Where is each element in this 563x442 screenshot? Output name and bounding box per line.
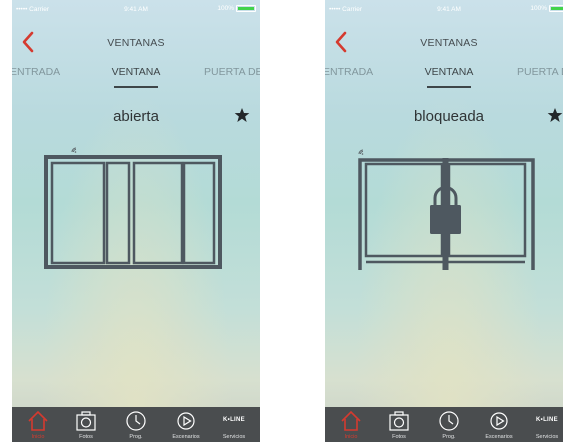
bottom-tab-bar: Inicio Fotos Prog. Escenarios K•LINE Ser… (325, 407, 563, 442)
phone-screen-open: ••••• Carrier 9:41 AM 100% VENTANAS ENTR… (12, 0, 260, 442)
tab-active-indicator (114, 86, 158, 88)
tabbar-home[interactable]: Inicio (14, 407, 62, 442)
tabbar-prog[interactable]: Prog. (425, 407, 473, 442)
window-state-label: bloqueada (413, 108, 485, 125)
kline-logo: K•LINE (223, 417, 245, 423)
camera-icon (389, 411, 409, 431)
room-tabs: ENTRADA VENTANA PUERTA DE (325, 66, 563, 90)
state-row: abierta (12, 104, 260, 130)
window-open-illustration[interactable] (12, 140, 260, 275)
tabbar-scenes-label: Escenarios (172, 434, 200, 440)
tabbar-prog-label: Prog. (129, 434, 143, 440)
tabbar-services-label: Servicios (535, 434, 559, 440)
tabbar-prog-label: Prog. (442, 434, 456, 440)
status-bar: ••••• Carrier 9:41 AM 100% (325, 0, 563, 20)
nav-title: VENTANAS (107, 37, 165, 49)
tabbar-photos[interactable]: Fotos (62, 407, 110, 442)
phone-screen-locked: ••••• Carrier 9:41 AM 100% VENTANAS ENTR… (325, 0, 563, 442)
play-icon (490, 412, 508, 430)
status-battery: 100% (217, 5, 256, 12)
home-icon (341, 410, 361, 431)
kline-logo: K•LINE (536, 417, 558, 423)
clock-icon (439, 411, 459, 431)
tabbar-photos-label: Fotos (79, 434, 93, 440)
clock-icon (126, 411, 146, 431)
status-battery: 100% (530, 5, 563, 12)
window-locked-illustration[interactable] (325, 140, 563, 275)
tabbar-home-label: Inicio (344, 434, 358, 440)
tabbar-home[interactable]: Inicio (327, 407, 375, 442)
tabbar-home-label: Inicio (31, 434, 45, 440)
tabbar-services[interactable]: K•LINE Servicios (210, 407, 258, 442)
battery-percent: 100% (530, 5, 547, 12)
tabbar-scenes[interactable]: Escenarios (162, 407, 210, 442)
play-icon (177, 412, 195, 430)
status-time: 9:41 AM (437, 6, 461, 13)
nav-bar: VENTANAS (325, 28, 563, 56)
tab-active-indicator (427, 86, 471, 88)
battery-icon (549, 5, 563, 12)
tabbar-scenes-label: Escenarios (485, 434, 513, 440)
tab-puerta[interactable]: PUERTA DE (204, 66, 260, 78)
tabbar-prog[interactable]: Prog. (112, 407, 160, 442)
home-icon (28, 410, 48, 431)
tabbar-services-label: Servicios (222, 434, 246, 440)
nav-bar: VENTANAS (12, 28, 260, 56)
battery-percent: 100% (217, 5, 234, 12)
tab-puerta[interactable]: PUERTA DE (517, 66, 563, 78)
camera-icon (76, 411, 96, 431)
tabbar-photos[interactable]: Fotos (375, 407, 423, 442)
nav-title: VENTANAS (420, 37, 478, 49)
bottom-tab-bar: Inicio Fotos Prog. Escenarios K•LINE Ser… (12, 407, 260, 442)
star-icon[interactable] (547, 107, 563, 123)
window-state-label: abierta (113, 108, 159, 125)
state-row: bloqueada (325, 104, 563, 130)
tabbar-photos-label: Fotos (392, 434, 406, 440)
tabbar-scenes[interactable]: Escenarios (475, 407, 523, 442)
star-icon[interactable] (234, 107, 250, 123)
tabbar-services[interactable]: K•LINE Servicios (523, 407, 563, 442)
battery-icon (236, 5, 256, 12)
wifi-icon (71, 147, 77, 153)
room-tabs: ENTRADA VENTANA PUERTA DE (12, 66, 260, 90)
status-bar: ••••• Carrier 9:41 AM 100% (12, 0, 260, 20)
wifi-icon (358, 149, 364, 155)
